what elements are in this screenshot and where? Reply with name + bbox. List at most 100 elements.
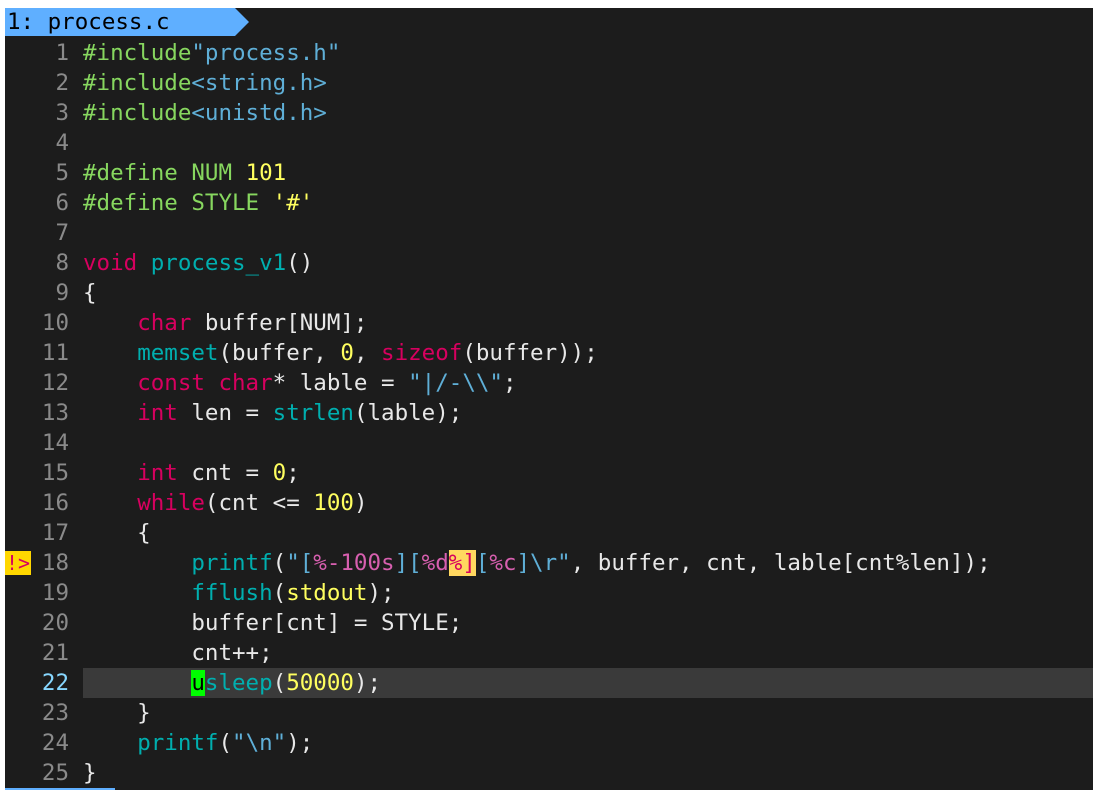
code-area[interactable] (83, 218, 1093, 248)
code-token: "process.h" (191, 40, 341, 66)
code-token: char (218, 370, 273, 396)
code-text: } (83, 760, 97, 786)
code-line[interactable]: 23 } (5, 698, 1093, 728)
code-text: char buffer[NUM]; (83, 310, 367, 336)
line-number: 6 (55, 190, 69, 216)
code-token: printf (137, 730, 219, 756)
code-token: %c (489, 550, 517, 576)
code-area[interactable]: fflush(stdout); (83, 578, 1093, 608)
code-area[interactable]: printf("[%-100s][%d%][%c]\r", buffer, cn… (83, 548, 1093, 578)
code-line[interactable]: 15 int cnt = 0; (5, 458, 1093, 488)
code-area[interactable]: #include<string.h> (83, 68, 1093, 98)
code-token: char (137, 310, 192, 336)
tab-arrow-icon (235, 8, 249, 36)
code-area[interactable]: char buffer[NUM]; (83, 308, 1093, 338)
code-area[interactable]: cnt++; (83, 638, 1093, 668)
code-token: printf (191, 550, 273, 576)
code-token: #include (83, 70, 192, 96)
line-number: 17 (41, 520, 69, 546)
code-area[interactable]: #include"process.h" (83, 38, 1093, 68)
code-line[interactable]: 6 #define STYLE '#' (5, 188, 1093, 218)
code-area[interactable]: #define STYLE '#' (83, 188, 1093, 218)
code-token: , buffer, cnt, lable[cnt%len]); (570, 550, 991, 576)
code-area[interactable]: const char* lable = "|/-\\"; (83, 368, 1093, 398)
code-area[interactable]: int cnt = 0; (83, 458, 1093, 488)
code-buffer[interactable]: 1 #include"process.h" 2 #include<string.h> 3… (5, 38, 1093, 788)
line-number: 1 (55, 40, 69, 66)
code-line[interactable]: 17 { (5, 518, 1093, 548)
code-token: { (83, 520, 151, 546)
code-line[interactable]: 19 fflush(stdout); (5, 578, 1093, 608)
code-text: #include<unistd.h> (83, 100, 327, 126)
code-line[interactable]: 5 #define NUM 101 (5, 158, 1093, 188)
code-token: (buffer)); (462, 340, 598, 366)
code-line[interactable]: 4 (5, 128, 1093, 158)
code-token: () (286, 250, 314, 276)
code-area[interactable]: void process_v1() (83, 248, 1093, 278)
code-line[interactable]: 12 const char* lable = "|/-\\"; (5, 368, 1093, 398)
vim-editor[interactable]: 1: process.c 1 #include"process.h" 2 #inclu… (5, 8, 1093, 790)
code-token: while (137, 490, 205, 516)
code-area[interactable]: } (83, 698, 1093, 728)
code-token: " (557, 550, 571, 576)
code-area[interactable]: memset(buffer, 0, sizeof(buffer)); (83, 338, 1093, 368)
code-line[interactable]: 1 #include"process.h" (5, 38, 1093, 68)
code-area[interactable] (83, 128, 1093, 158)
line-number: 16 (41, 490, 69, 516)
code-token: %] (448, 550, 476, 576)
code-line[interactable]: 16 while(cnt <= 100) (5, 488, 1093, 518)
code-line[interactable]: 25} (5, 758, 1093, 788)
line-number: 5 (55, 160, 69, 186)
code-token: \\ (462, 370, 490, 396)
code-line[interactable]: 24 printf("\n"); (5, 728, 1093, 758)
code-line[interactable]: 21 cnt++; (5, 638, 1093, 668)
code-token: #define NUM (83, 160, 246, 186)
code-area[interactable]: #define NUM 101 (83, 158, 1093, 188)
code-line[interactable]: 8 void process_v1() (5, 248, 1093, 278)
code-area[interactable]: buffer[cnt] = STYLE; (83, 608, 1093, 638)
code-text: memset(buffer, 0, sizeof(buffer)); (83, 340, 598, 366)
code-area[interactable]: { (83, 278, 1093, 308)
code-line[interactable]: 11 memset(buffer, 0, sizeof(buffer)); (5, 338, 1093, 368)
line-number: 23 (41, 700, 69, 726)
code-line[interactable]: 13 int len = strlen(lable); (5, 398, 1093, 428)
tab-process-c[interactable]: 1: process.c (5, 8, 235, 36)
code-text: printf("[%-100s][%d%][%c]\r", buffer, cn… (83, 550, 991, 576)
code-token: { (83, 280, 97, 306)
line-number: 18 (41, 550, 69, 576)
code-area[interactable]: printf("\n"); (83, 728, 1093, 758)
code-token: const (137, 370, 205, 396)
code-token: ( (218, 730, 233, 756)
code-area[interactable]: while(cnt <= 100) (83, 488, 1093, 518)
code-token: #define STYLE (83, 190, 273, 216)
code-area[interactable]: #include<unistd.h> (83, 98, 1093, 128)
tab-index: 1: (7, 9, 35, 35)
code-token: cnt++; (83, 640, 273, 666)
code-line[interactable]: 3 #include<unistd.h> (5, 98, 1093, 128)
code-area[interactable]: usleep(50000); (83, 668, 1093, 698)
code-token: <string.h> (191, 70, 327, 96)
code-area[interactable]: { (83, 518, 1093, 548)
tab-filename: process.c (47, 9, 170, 35)
code-token: sleep (204, 670, 273, 696)
code-area[interactable] (83, 428, 1093, 458)
code-token: %-100s (313, 550, 395, 576)
code-line[interactable]: 10 char buffer[NUM]; (5, 308, 1093, 338)
code-token: stdout (286, 580, 368, 606)
code-line[interactable]: 9{ (5, 278, 1093, 308)
code-area[interactable]: int len = strlen(lable); (83, 398, 1093, 428)
code-line[interactable]: 7 (5, 218, 1093, 248)
code-token: \r (530, 550, 558, 576)
code-line[interactable]: 2 #include<string.h> (5, 68, 1093, 98)
code-area[interactable]: } (83, 758, 1093, 788)
code-line[interactable]: 22 usleep(50000); (5, 668, 1093, 698)
code-token: } (83, 700, 151, 726)
code-line[interactable]: 14 (5, 428, 1093, 458)
code-line[interactable]: 20 buffer[cnt] = STYLE; (5, 608, 1093, 638)
code-line[interactable]: !> 18 printf("[%-100s][%d%][%c]\r", buffe… (5, 548, 1093, 578)
code-token: strlen (272, 400, 354, 426)
